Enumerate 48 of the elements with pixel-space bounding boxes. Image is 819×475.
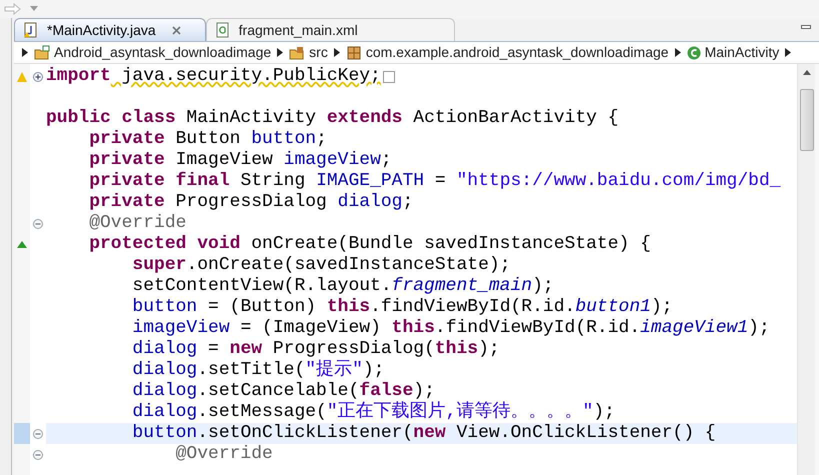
- close-icon[interactable]: [172, 26, 181, 34]
- editor-tab[interactable]: *MainActivity.java: [14, 18, 206, 41]
- code-line: private Button button;: [88, 129, 327, 150]
- breadcrumb-arrow-icon: [674, 48, 681, 57]
- editor-tab[interactable]: fragment_main.xml: [206, 18, 455, 41]
- expand-icon[interactable]: [33, 72, 43, 82]
- folded-code-icon[interactable]: [382, 70, 395, 82]
- code-line: protected void onCreate(Bundle savedInstanceState) {: [88, 234, 651, 255]
- warning-icon: [17, 72, 27, 82]
- breadcrumb-arrow-icon: [277, 48, 284, 57]
- package-icon: [346, 44, 362, 60]
- code-line: imageView = (ImageView) this.findViewById(R.id.imageView1);: [131, 318, 770, 339]
- code-line: button = (Button) this.findViewById(R.id.button1);: [131, 297, 673, 318]
- breadcrumb-item[interactable]: MainActivity: [686, 42, 780, 63]
- code-line: private ProgressDialog dialog;: [88, 192, 414, 213]
- override-triangle-icon: [17, 241, 27, 248]
- code-line: dialog.setMessage("正在下载图片,请等待。。。。");: [131, 402, 615, 423]
- minimize-icon[interactable]: [801, 25, 811, 31]
- vertical-scrollbar[interactable]: [797, 64, 815, 475]
- code-line: @Override: [174, 444, 273, 465]
- code-line: public class MainActivity extends ActionBarActivity {: [46, 108, 619, 129]
- breadcrumb-item[interactable]: Android_asyntask_downloadimage: [34, 42, 272, 63]
- collapse-icon[interactable]: [33, 450, 43, 460]
- code-line: @Override: [88, 213, 186, 234]
- source-folder-icon: [289, 44, 306, 60]
- project-folder-icon: [34, 44, 50, 60]
- breadcrumb-item[interactable]: src: [289, 42, 328, 63]
- breadcrumb-arrow-icon: [22, 48, 28, 57]
- xml-file-icon: [214, 22, 231, 38]
- class-icon: [686, 46, 701, 60]
- breadcrumb-item[interactable]: com.example.android_asyntask_downloadimage: [346, 42, 669, 63]
- code-line: super.onCreate(savedInstanceState);: [131, 255, 510, 276]
- breadcrumb-arrow-icon: [334, 48, 340, 57]
- java-file-icon: [23, 22, 39, 38]
- code-line: import java.security.PublicKey;: [46, 66, 381, 87]
- scrollbar-thumb[interactable]: [800, 89, 814, 151]
- code-line: private final String IMAGE_PATH = "https://www.baidu.com/img/bd_: [88, 171, 781, 192]
- breadcrumb-arrow-icon: [785, 48, 792, 57]
- code-line: button.setOnClickListener(new View.OnClickListener() {: [131, 423, 716, 444]
- code-line: dialog.setCancelable(false);: [131, 381, 435, 401]
- code-line: dialog.setTitle("提示");: [131, 360, 384, 381]
- code-line: setContentView(R.layout.fragment_main);: [131, 276, 554, 297]
- dropdown-caret-icon[interactable]: [30, 6, 38, 12]
- scroll-up-icon[interactable]: [802, 70, 810, 75]
- collapse-icon[interactable]: [33, 218, 43, 228]
- code-line: private ImageView imageView;: [88, 150, 392, 171]
- code-line: dialog = new ProgressDialog(this);: [131, 339, 500, 360]
- collapse-icon[interactable]: [33, 428, 43, 438]
